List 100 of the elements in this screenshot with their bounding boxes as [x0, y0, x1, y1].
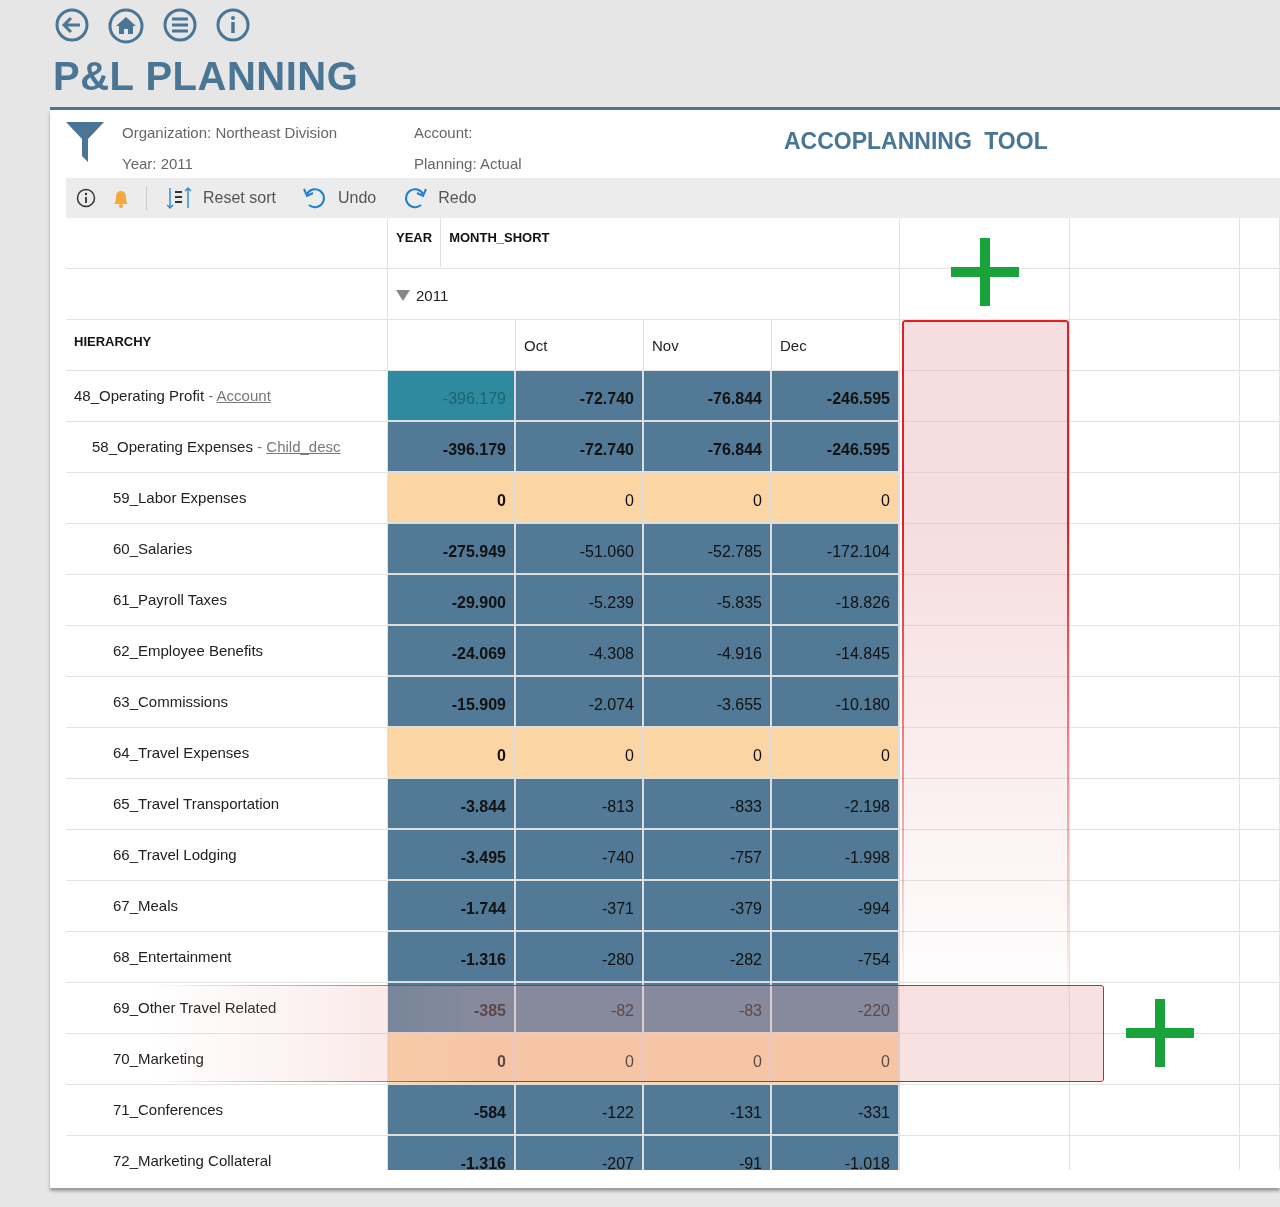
- row-label: 71_Conferences: [113, 1101, 224, 1118]
- home-icon[interactable]: [108, 8, 144, 44]
- separator-text: -: [256, 438, 264, 455]
- value-cell: -83: [644, 983, 772, 1034]
- filter-label: Year: 2011: [122, 153, 194, 174]
- value-cell: -82: [516, 983, 644, 1034]
- value-cell[interactable]: -3.844: [388, 779, 516, 830]
- value-cell: -10.180: [772, 677, 900, 728]
- value-cell: -757: [644, 830, 772, 881]
- row-label: 58_Operating Expenses: [92, 438, 253, 455]
- value-cell: -2.074: [516, 677, 644, 728]
- empty-cell: [1240, 932, 1280, 983]
- value-cell: 0: [516, 473, 644, 524]
- value-cell: -52.785: [644, 524, 772, 575]
- empty-cell: [1240, 779, 1280, 830]
- row-label: 62_Employee Benefits: [113, 642, 264, 659]
- row-field-header: HIERARCHY: [66, 320, 388, 371]
- empty-cell: [1240, 677, 1280, 728]
- value-cell: 0: [644, 473, 772, 524]
- value-cell: -4.308: [516, 626, 644, 677]
- row-label: 70_Marketing: [113, 1050, 204, 1067]
- value-cell: -4.916: [644, 626, 772, 677]
- undo-button[interactable]: Undo: [295, 186, 383, 210]
- value-cell: -331: [772, 1085, 900, 1136]
- value-cell[interactable]: -396.179: [388, 422, 516, 473]
- sort-icon: [167, 186, 193, 210]
- value-cell: -72.740: [516, 422, 644, 473]
- filter-label: Organization: Northeast Division: [122, 123, 339, 143]
- value-cell: -5.239: [516, 575, 644, 626]
- value-cell: -131: [644, 1085, 772, 1136]
- empty-cell: [1240, 728, 1280, 779]
- year-header: 2011: [416, 287, 449, 304]
- value-cell[interactable]: -29.900: [388, 575, 516, 626]
- row-label: 59_Labor Expenses: [113, 489, 247, 506]
- value-cell[interactable]: -24.069: [388, 626, 516, 677]
- value-cell: -76.844: [644, 422, 772, 473]
- value-cell: -282: [644, 932, 772, 983]
- value-cell[interactable]: -3.495: [388, 830, 516, 881]
- expand-toggle-icon[interactable]: [396, 290, 410, 301]
- undo-icon: [301, 186, 328, 210]
- value-cell[interactable]: 0: [388, 728, 516, 779]
- row-label: 66_Travel Lodging: [113, 846, 237, 863]
- value-cell: -1.998: [772, 830, 900, 881]
- value-cell[interactable]: -584: [388, 1085, 516, 1136]
- row-label: 48_Operating Profit: [74, 387, 205, 404]
- value-cell: -172.104: [772, 524, 900, 575]
- empty-cell: [1240, 422, 1280, 473]
- value-cell: 0: [772, 728, 900, 779]
- empty-cell: [1240, 830, 1280, 881]
- row-label: 72_Marketing Collateral: [113, 1152, 272, 1169]
- value-cell: -754: [772, 932, 900, 983]
- value-cell[interactable]: -1.744: [388, 881, 516, 932]
- value-cell[interactable]: -15.909: [388, 677, 516, 728]
- value-cell: -994: [772, 881, 900, 932]
- row-label: 69_Other Travel Related: [113, 999, 277, 1016]
- empty-cell: [1240, 524, 1280, 575]
- back-icon[interactable]: [55, 8, 89, 42]
- filter-icon: [66, 122, 104, 162]
- value-cell[interactable]: 0: [388, 473, 516, 524]
- info-icon[interactable]: [76, 188, 96, 208]
- redo-icon: [402, 186, 429, 210]
- value-cell: -122: [516, 1085, 644, 1136]
- value-cell: -371: [516, 881, 644, 932]
- row-link[interactable]: Account: [216, 387, 271, 404]
- row-label: 68_Entertainment: [113, 948, 232, 965]
- row-label: 64_Travel Expenses: [113, 744, 250, 761]
- empty-cell: [1240, 320, 1280, 371]
- empty-cell: [1240, 1085, 1280, 1136]
- row-label: 60_Salaries: [113, 540, 193, 557]
- separator-text: -: [207, 387, 215, 404]
- value-cell[interactable]: 0: [388, 1034, 516, 1085]
- empty-cell: [1240, 983, 1280, 1034]
- row-label: 61_Payroll Taxes: [113, 591, 227, 608]
- empty-cell: [1240, 626, 1280, 677]
- value-cell: 0: [644, 728, 772, 779]
- value-cell: 0: [516, 728, 644, 779]
- value-cell: 0: [772, 1034, 900, 1085]
- value-cell: -220: [772, 983, 900, 1034]
- value-cell[interactable]: -1.316: [388, 1136, 516, 1170]
- value-cell[interactable]: -1.316: [388, 932, 516, 983]
- value-cell: -246.595: [772, 422, 900, 473]
- value-cell: 0: [772, 473, 900, 524]
- value-cell[interactable]: -385: [388, 983, 516, 1034]
- value-cell: -1.018: [772, 1136, 900, 1170]
- empty-cell: [1240, 1034, 1280, 1085]
- value-cell: -740: [516, 830, 644, 881]
- value-cell: -3.655: [644, 677, 772, 728]
- filter-label: Account:: [414, 123, 474, 143]
- reset-sort-button[interactable]: Reset sort: [161, 186, 282, 210]
- value-cell[interactable]: -275.949: [388, 524, 516, 575]
- redo-button[interactable]: Redo: [396, 186, 483, 210]
- menu-icon[interactable]: [163, 8, 197, 42]
- filter-label: Planning: Actual: [414, 153, 523, 174]
- value-cell: -91: [644, 1136, 772, 1170]
- plus-icon: [951, 238, 1019, 306]
- value-cell: -51.060: [516, 524, 644, 575]
- plus-icon: [1126, 999, 1194, 1067]
- row-link[interactable]: Child_desc: [266, 438, 341, 455]
- tool-name: ACCOPLANNING TOOL: [784, 127, 1048, 156]
- empty-cell: [1240, 371, 1280, 422]
